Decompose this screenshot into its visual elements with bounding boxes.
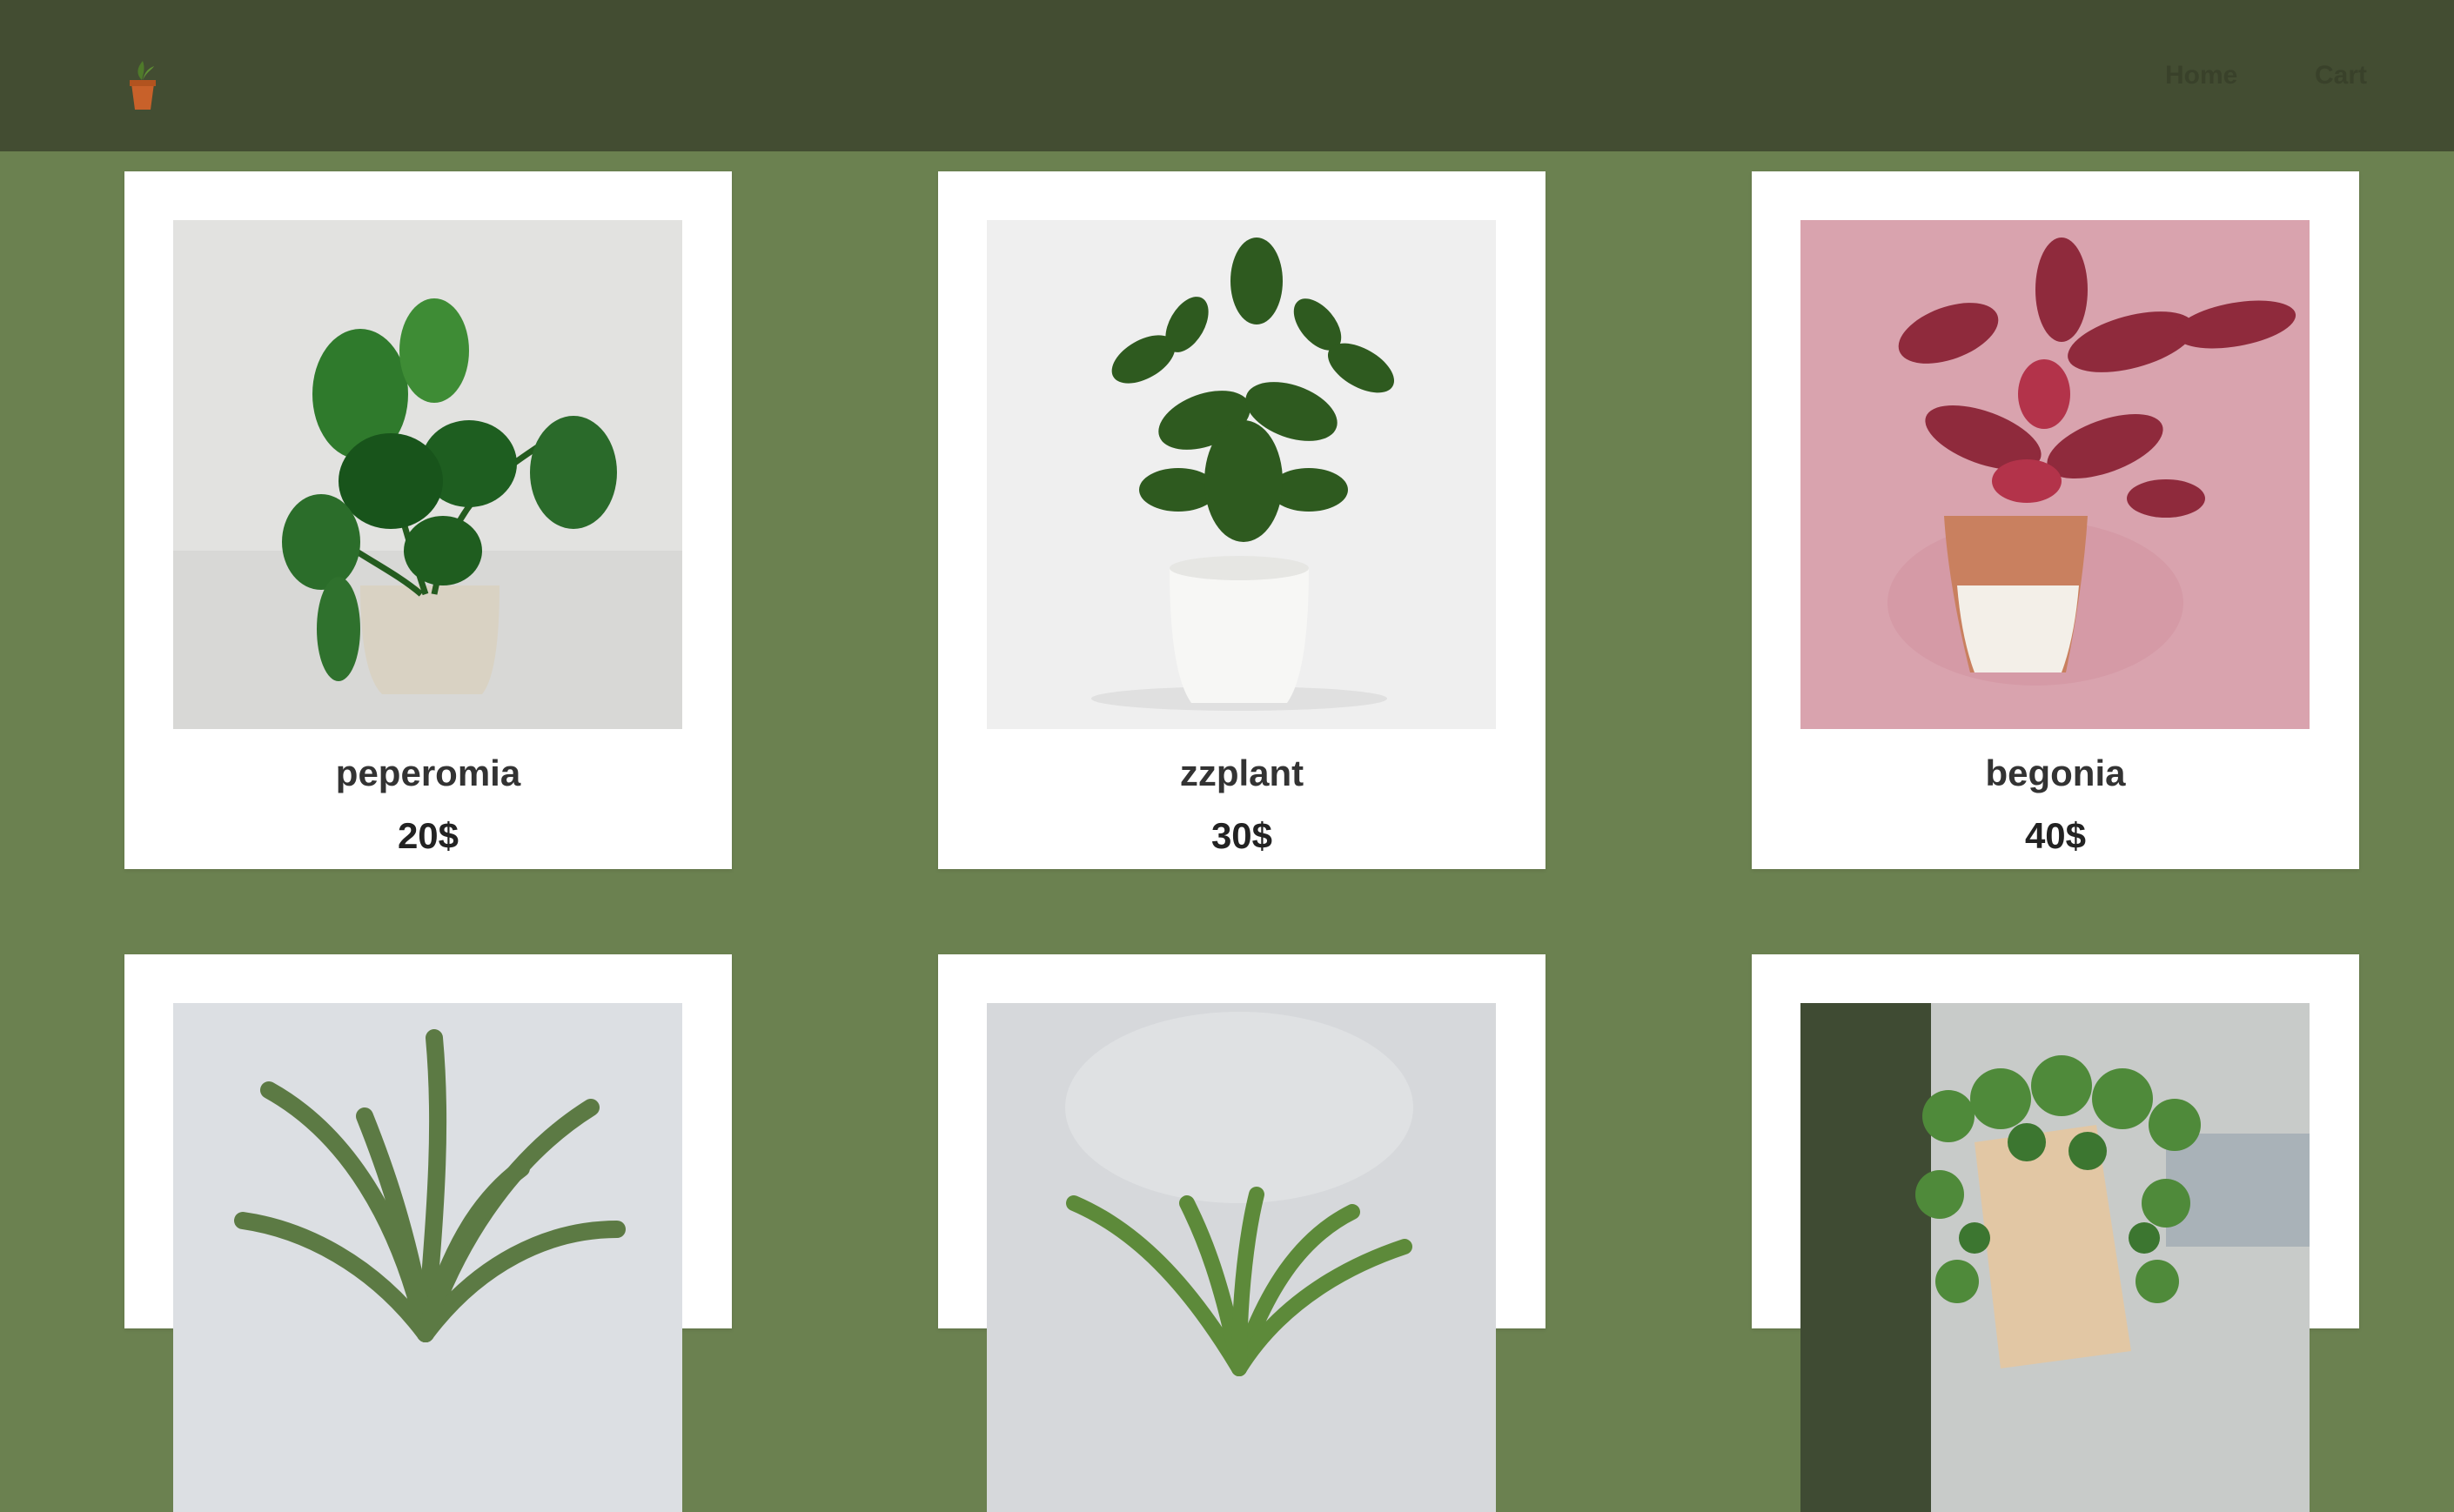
zz-plant-photo [987, 220, 1496, 729]
potted-plant-logo-icon[interactable] [123, 54, 163, 115]
product-name: peperomia [335, 753, 521, 793]
product-card[interactable] [938, 954, 1545, 1512]
product-card[interactable] [124, 954, 732, 1512]
product-card-begonia[interactable]: begonia 40$ [1752, 171, 2359, 869]
string-of-pearls-photo [1800, 1003, 2310, 1512]
spider-plant-photo [987, 1003, 1496, 1512]
top-navigation-bar: Home Cart [0, 0, 2454, 151]
product-card-peperomia[interactable]: peperomia 20$ [124, 171, 732, 869]
product-price: 20$ [397, 815, 459, 856]
begonia-photo [1800, 220, 2310, 729]
nav-cart-link[interactable]: Cart [2315, 61, 2367, 90]
product-price: 30$ [1210, 815, 1273, 856]
product-card-zzplant[interactable]: zzplant 30$ [938, 171, 1545, 869]
product-name: zzplant [1179, 753, 1304, 793]
product-price: 40$ [2024, 815, 2087, 856]
product-card[interactable] [1752, 954, 2359, 1512]
nav-home-link[interactable]: Home [2165, 61, 2237, 90]
product-name: begonia [1985, 753, 2126, 793]
dracaena-photo [173, 1003, 682, 1512]
peperomia-photo [173, 220, 682, 729]
